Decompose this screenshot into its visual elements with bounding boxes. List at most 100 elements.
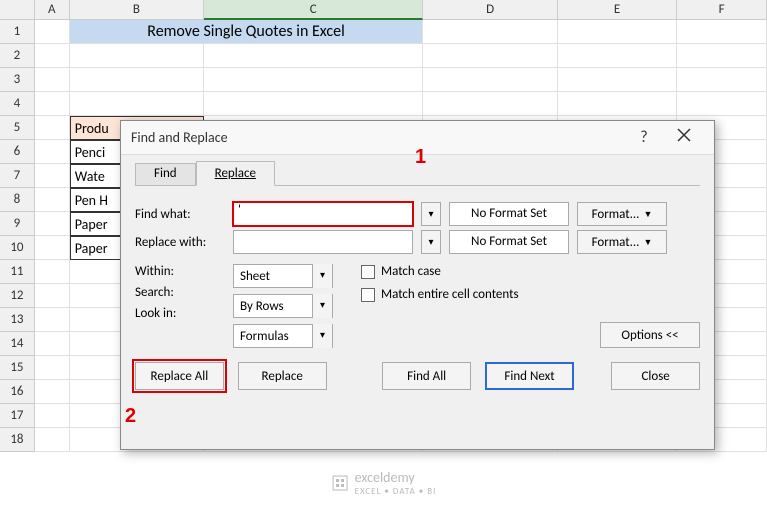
find-replace-dialog: Find and Replace ? Find Replace Find wha… (120, 120, 715, 450)
match-case-label: Match case (381, 264, 441, 279)
col-header-f[interactable]: F (677, 0, 767, 20)
row-header-14[interactable]: 14 (0, 332, 35, 356)
row-header-5[interactable]: 5 (0, 116, 35, 140)
lookin-label: Look in: (135, 306, 225, 321)
cell[interactable] (677, 68, 767, 92)
find-format-button[interactable]: Format...▼ (577, 202, 667, 226)
match-case-checkbox[interactable] (361, 265, 375, 279)
chevron-down-icon: ▾ (312, 294, 332, 318)
cell[interactable] (35, 428, 70, 452)
row-header-6[interactable]: 6 (0, 140, 35, 164)
cell[interactable] (35, 164, 70, 188)
cell[interactable] (70, 44, 204, 68)
cell[interactable] (35, 308, 70, 332)
close-button[interactable]: Close (611, 362, 700, 390)
row-header-15[interactable]: 15 (0, 356, 35, 380)
col-header-c[interactable]: C (204, 0, 423, 20)
row-header-13[interactable]: 13 (0, 308, 35, 332)
watermark-text: exceldemy (355, 469, 437, 486)
replace-with-input[interactable] (233, 230, 413, 254)
cell[interactable] (35, 92, 70, 116)
cell[interactable] (35, 116, 70, 140)
cell[interactable] (70, 68, 204, 92)
cell[interactable] (35, 188, 70, 212)
match-entire-checkbox[interactable] (361, 288, 375, 302)
cell[interactable] (677, 20, 767, 44)
search-value: By Rows (234, 299, 312, 314)
find-history-dropdown[interactable]: ▾ (421, 202, 441, 226)
tab-find[interactable]: Find (135, 163, 196, 186)
row-header-4[interactable]: 4 (0, 92, 35, 116)
row-header-17[interactable]: 17 (0, 404, 35, 428)
replace-all-button[interactable]: Replace All (135, 362, 224, 390)
row-header-12[interactable]: 12 (0, 284, 35, 308)
options-button[interactable]: Options << (600, 322, 700, 348)
cell[interactable] (204, 44, 423, 68)
row-header-16[interactable]: 16 (0, 380, 35, 404)
replace-button[interactable]: Replace (238, 362, 327, 390)
chevron-down-icon: ▼ (643, 209, 652, 220)
row-header-18[interactable]: 18 (0, 428, 35, 452)
row-header-8[interactable]: 8 (0, 188, 35, 212)
cell[interactable] (423, 68, 557, 92)
search-select[interactable]: By Rows▾ (233, 294, 333, 318)
replace-history-dropdown[interactable]: ▾ (421, 230, 441, 254)
cell[interactable] (35, 212, 70, 236)
cell[interactable] (558, 92, 678, 116)
find-what-input[interactable]: ' (233, 202, 413, 226)
cell[interactable] (35, 44, 70, 68)
tab-replace[interactable]: Replace (196, 161, 275, 186)
cell[interactable] (423, 20, 557, 44)
cell[interactable] (35, 260, 70, 284)
chevron-down-icon: ▾ (312, 264, 332, 288)
close-icon[interactable] (664, 128, 704, 147)
cell[interactable] (35, 380, 70, 404)
cell[interactable] (35, 332, 70, 356)
within-select[interactable]: Sheet▾ (233, 264, 333, 288)
tab-panel: Find what: ' ▾ No Format Set Format...▼ … (135, 185, 700, 348)
cell[interactable] (558, 44, 678, 68)
replace-with-label: Replace with: (135, 235, 225, 250)
annotation-2: 2 (125, 405, 136, 428)
cell[interactable] (677, 92, 767, 116)
row-header-10[interactable]: 10 (0, 236, 35, 260)
cell[interactable] (677, 44, 767, 68)
cell[interactable] (35, 236, 70, 260)
cell[interactable] (35, 140, 70, 164)
row-header-2[interactable]: 2 (0, 44, 35, 68)
find-all-button[interactable]: Find All (382, 362, 471, 390)
cell[interactable] (423, 92, 557, 116)
cell[interactable] (35, 68, 70, 92)
col-header-b[interactable]: B (70, 0, 204, 20)
cell[interactable] (558, 68, 678, 92)
cell[interactable] (204, 68, 423, 92)
watermark: exceldemy EXCEL • DATA • BI (331, 469, 437, 497)
help-button[interactable]: ? (624, 128, 664, 147)
cell[interactable] (204, 92, 423, 116)
row-header-3[interactable]: 3 (0, 68, 35, 92)
watermark-icon (331, 474, 349, 492)
within-label: Within: (135, 264, 225, 279)
col-header-a[interactable]: A (35, 0, 70, 20)
title-cell[interactable]: Remove Single Quotes in Excel (70, 20, 424, 44)
row-header-9[interactable]: 9 (0, 212, 35, 236)
row-header-7[interactable]: 7 (0, 164, 35, 188)
cell[interactable] (35, 404, 70, 428)
cell[interactable] (70, 92, 204, 116)
lookin-select[interactable]: Formulas▾ (233, 324, 333, 348)
cell[interactable] (35, 20, 70, 44)
cell[interactable] (35, 284, 70, 308)
cell[interactable] (558, 20, 678, 44)
col-header-d[interactable]: D (423, 0, 557, 20)
row-header-1[interactable]: 1 (0, 20, 35, 44)
find-next-button[interactable]: Find Next (485, 362, 574, 390)
replace-format-button[interactable]: Format...▼ (577, 230, 667, 254)
cell[interactable] (423, 44, 557, 68)
find-format-preview: No Format Set (449, 202, 569, 226)
row-header-11[interactable]: 11 (0, 260, 35, 284)
cell[interactable] (35, 356, 70, 380)
watermark-sub: EXCEL • DATA • BI (355, 486, 437, 497)
within-value: Sheet (234, 269, 312, 284)
select-all-corner[interactable] (0, 0, 35, 20)
col-header-e[interactable]: E (558, 0, 678, 20)
